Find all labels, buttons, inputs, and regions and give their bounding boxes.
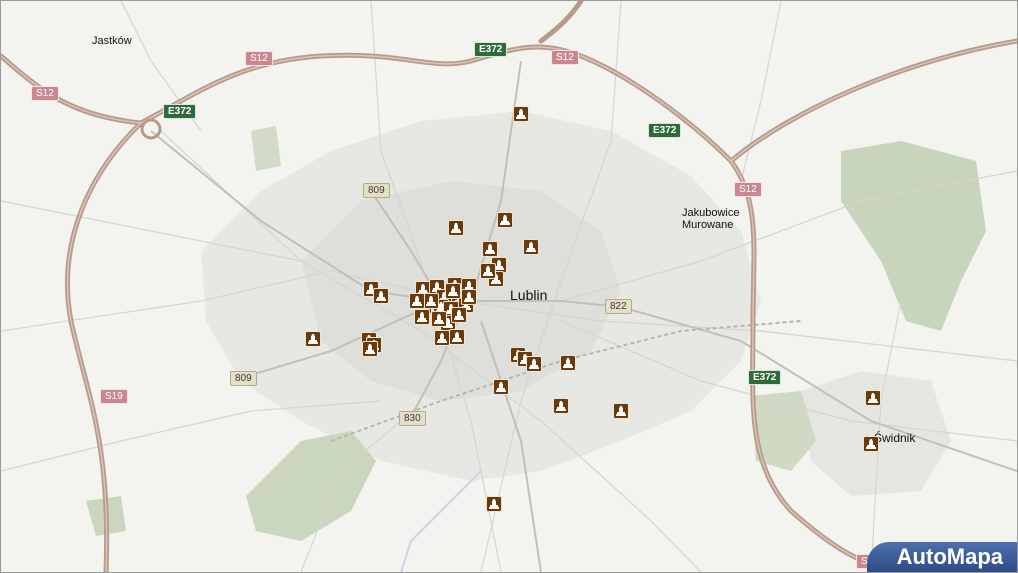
interchange <box>140 118 162 140</box>
road-shield-e372: E372 <box>474 42 508 57</box>
monument-icon <box>526 242 536 252</box>
road-shield-s12: S12 <box>31 86 59 101</box>
monument-icon <box>496 382 506 392</box>
monument-icon <box>451 223 461 233</box>
automapa-logo: AutoMapa <box>866 542 1017 572</box>
road-shield-e372: E372 <box>163 104 197 119</box>
road-shield-s12: S12 <box>551 50 579 65</box>
road-shield-822: 822 <box>605 299 632 314</box>
monument-icon <box>563 358 573 368</box>
monument-marker[interactable] <box>451 307 467 323</box>
monument-icon <box>376 291 386 301</box>
monument-icon <box>529 359 539 369</box>
monument-icon <box>489 499 499 509</box>
monument-marker[interactable] <box>526 356 542 372</box>
map-view[interactable]: Jastków Lublin Jakubowice Murowane Świdn… <box>0 0 1018 573</box>
monument-marker[interactable] <box>431 311 447 327</box>
monument-icon <box>516 109 526 119</box>
place-label-jakubowice-line1: Jakubowice <box>682 207 740 219</box>
monument-icon <box>483 266 493 276</box>
monument-marker[interactable] <box>362 341 378 357</box>
road-shield-830: 830 <box>399 411 426 426</box>
monument-marker[interactable] <box>461 289 477 305</box>
monument-icon <box>452 332 462 342</box>
map-base-layer <box>1 1 1017 572</box>
monument-icon <box>616 406 626 416</box>
place-label-lublin: Lublin <box>510 287 548 303</box>
monument-marker[interactable] <box>480 263 496 279</box>
monument-marker[interactable] <box>409 293 425 309</box>
river <box>400 470 482 572</box>
monument-icon <box>500 215 510 225</box>
forest <box>251 126 281 171</box>
road-shield-e372: E372 <box>748 370 782 385</box>
monument-icon <box>448 286 458 296</box>
monument-icon <box>426 296 436 306</box>
monument-marker[interactable] <box>423 293 439 309</box>
monument-marker[interactable] <box>553 398 569 414</box>
place-label-jakubowice-line2: Murowane <box>682 219 734 231</box>
monument-marker[interactable] <box>445 283 461 299</box>
forest <box>841 141 986 331</box>
road-shield-s12: S12 <box>734 182 762 197</box>
monument-marker[interactable] <box>497 212 513 228</box>
monument-marker[interactable] <box>486 496 502 512</box>
monument-icon <box>308 334 318 344</box>
monument-marker[interactable] <box>865 390 881 406</box>
monument-icon <box>866 439 876 449</box>
forest <box>246 431 376 541</box>
monument-marker[interactable] <box>523 239 539 255</box>
monument-icon <box>868 393 878 403</box>
monument-marker[interactable] <box>448 220 464 236</box>
monument-icon <box>365 344 375 354</box>
monument-marker[interactable] <box>863 436 879 452</box>
monument-marker[interactable] <box>613 403 629 419</box>
monument-icon <box>464 292 474 302</box>
monument-marker[interactable] <box>493 379 509 395</box>
road-shield-s19: S19 <box>100 389 128 404</box>
monument-marker[interactable] <box>373 288 389 304</box>
monument-marker[interactable] <box>305 331 321 347</box>
monument-marker[interactable] <box>434 330 450 346</box>
monument-icon <box>485 244 495 254</box>
monument-icon <box>412 296 422 306</box>
monument-icon <box>434 314 444 324</box>
place-label-swidnik: Świdnik <box>874 431 916 445</box>
road-shield-809: 809 <box>230 371 257 386</box>
monument-icon <box>417 312 427 322</box>
road-shield-s12: S12 <box>245 51 273 66</box>
place-label-jastkow: Jastków <box>92 35 132 47</box>
monument-marker[interactable] <box>482 241 498 257</box>
monument-icon <box>556 401 566 411</box>
road-shield-809: 809 <box>363 183 390 198</box>
monument-icon <box>437 333 447 343</box>
monument-icon <box>454 310 464 320</box>
monument-marker[interactable] <box>414 309 430 325</box>
road-shield-e372: E372 <box>648 123 682 138</box>
monument-marker[interactable] <box>449 329 465 345</box>
monument-marker[interactable] <box>560 355 576 371</box>
monument-marker[interactable] <box>513 106 529 122</box>
